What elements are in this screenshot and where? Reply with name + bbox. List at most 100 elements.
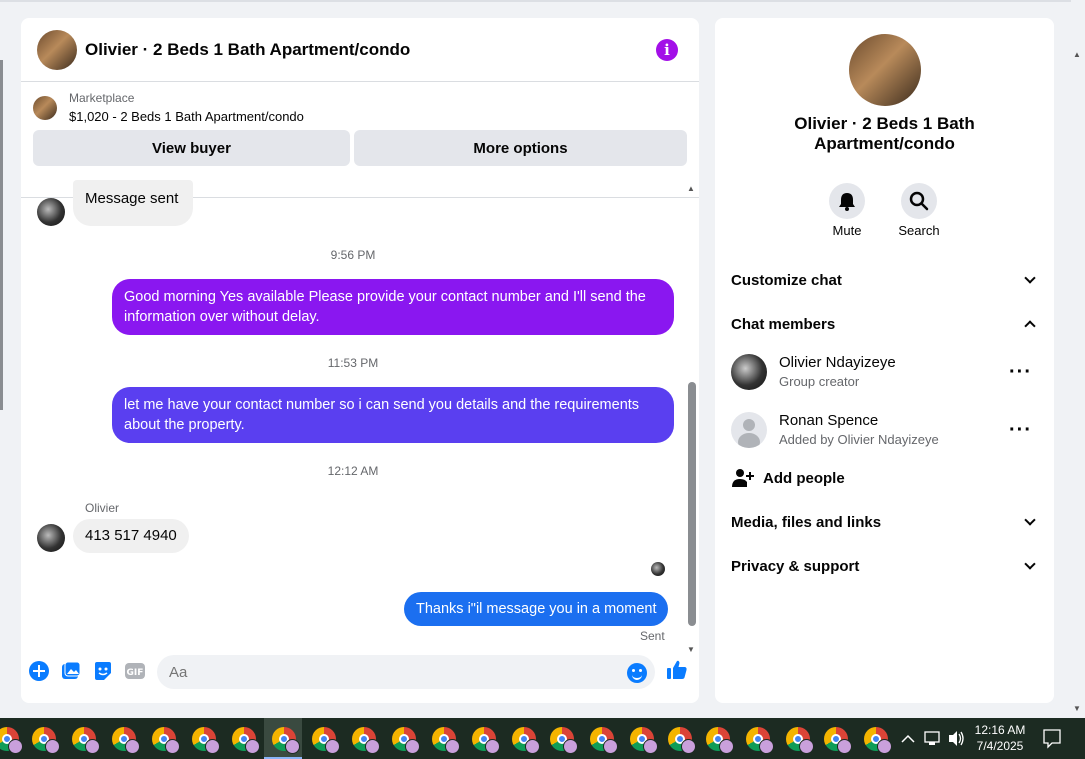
message-bubble-out[interactable]: Good morning Yes available Please provid… [112, 279, 674, 335]
message-bubble-out[interactable]: let me have your contact number so i can… [112, 387, 674, 443]
chevron-down-icon [1024, 272, 1036, 284]
chrome-profile-icon[interactable] [192, 727, 220, 754]
chrome-profile-icon[interactable] [0, 727, 23, 754]
messages-scrollbar[interactable]: ▲ ▼ [685, 180, 699, 654]
chrome-profile-icon[interactable] [786, 727, 814, 754]
chrome-profile-icon[interactable] [32, 727, 60, 754]
listing-thumbnail[interactable] [33, 96, 57, 120]
chrome-profile-icon[interactable] [72, 727, 100, 754]
chrome-profile-icon[interactable] [590, 727, 618, 754]
chat-avatar[interactable] [37, 29, 77, 70]
mute-label[interactable]: Mute [817, 223, 877, 238]
thumbs-up-icon[interactable] [666, 659, 688, 681]
tray-chevron-up-icon[interactable] [900, 718, 916, 759]
chrome-profile-icon[interactable] [864, 727, 892, 754]
listing-title[interactable]: $1,020 - 2 Beds 1 Bath Apartment/condo [69, 107, 304, 126]
add-person-icon [732, 469, 754, 487]
customize-chat-label: Customize chat [731, 271, 842, 289]
page-left-scrollbar[interactable] [0, 60, 3, 410]
view-buyer-button[interactable]: View buyer [33, 130, 350, 166]
chat-panel: Olivier · 2 Beds 1 Bath Apartment/condo … [21, 18, 699, 703]
chrome-profile-icon[interactable] [512, 727, 540, 754]
timestamp: 11:53 PM [327, 356, 379, 370]
add-people-row[interactable]: Add people [731, 456, 1038, 500]
message-bubble-in[interactable]: Message sent [73, 180, 193, 226]
chat-title[interactable]: Olivier · 2 Beds 1 Bath Apartment/condo [85, 40, 410, 60]
chrome-profile-icon[interactable] [312, 727, 340, 754]
chat-members-label: Chat members [731, 315, 836, 333]
marketplace-label: Marketplace [69, 91, 135, 105]
conversation-avatar[interactable] [849, 34, 921, 106]
chrome-profile-icon[interactable] [112, 727, 140, 754]
sticker-icon[interactable] [92, 660, 114, 682]
search-label[interactable]: Search [889, 223, 949, 238]
gif-icon[interactable]: GIF [124, 660, 146, 682]
message-bubble-in[interactable]: 413 517 4940 [73, 519, 189, 553]
chrome-profile-icon[interactable] [824, 727, 852, 754]
system-clock[interactable]: 12:16 AM 7/4/2025 [966, 722, 1034, 754]
chrome-profile-icon[interactable] [550, 727, 578, 754]
more-icon[interactable]: ··· [1009, 362, 1032, 382]
chat-members-section[interactable]: Chat members [731, 312, 1038, 336]
chrome-profile-icon[interactable] [668, 727, 696, 754]
timestamp: 12:12 AM [327, 464, 379, 478]
member-role: Added by Olivier Ndayizeye [779, 432, 939, 447]
composer: GIF [21, 650, 699, 703]
chat-header: Olivier · 2 Beds 1 Bath Apartment/condo … [21, 18, 699, 82]
member-row[interactable]: Olivier Ndayizeye Group creator ··· [731, 350, 1038, 394]
page-scroll-up-icon[interactable]: ▲ [1073, 50, 1081, 59]
message-status: Sent [640, 629, 665, 643]
sender-avatar[interactable] [37, 524, 65, 552]
media-files-section[interactable]: Media, files and links [731, 510, 1038, 534]
scroll-up-icon[interactable]: ▲ [687, 184, 695, 193]
member-name[interactable]: Ronan Spence [779, 411, 1009, 431]
more-options-button[interactable]: More options [354, 130, 687, 166]
chrome-profile-icon[interactable] [392, 727, 420, 754]
chrome-profile-icon[interactable] [706, 727, 734, 754]
chrome-profile-icon[interactable] [232, 727, 260, 754]
message-list: Message sent 9:56 PM Good morning Yes av… [21, 180, 685, 643]
notification-icon[interactable] [1042, 718, 1062, 759]
media-files-label: Media, files and links [731, 513, 882, 531]
clock-time: 12:16 AM [974, 723, 1026, 737]
search-button[interactable] [901, 183, 937, 219]
chrome-profile-icon[interactable] [272, 727, 300, 754]
info-icon[interactable]: i [656, 39, 678, 61]
privacy-support-label: Privacy & support [731, 557, 860, 575]
emoji-icon[interactable] [627, 663, 647, 683]
scroll-thumb[interactable] [688, 382, 696, 626]
clock-date: 7/4/2025 [976, 739, 1024, 753]
volume-icon[interactable] [946, 718, 966, 759]
chevron-down-icon [1024, 514, 1036, 526]
message-input[interactable] [157, 655, 655, 689]
more-icon[interactable]: ··· [1009, 420, 1032, 440]
bell-icon [839, 193, 855, 211]
chevron-up-icon [1024, 320, 1036, 332]
chrome-profile-icon[interactable] [630, 727, 658, 754]
photo-icon[interactable] [60, 660, 82, 682]
member-avatar[interactable] [731, 412, 767, 448]
member-name[interactable]: Olivier Ndayizeye [779, 353, 1009, 373]
chrome-profile-icon[interactable] [432, 727, 460, 754]
page-scroll-down-icon[interactable]: ▼ [1073, 704, 1081, 713]
page-scrollbar[interactable]: ▲ ▼ [1071, 0, 1085, 718]
chrome-profile-icon[interactable] [352, 727, 380, 754]
plus-icon[interactable] [28, 660, 50, 682]
search-icon [909, 191, 929, 211]
member-avatar[interactable] [731, 354, 767, 390]
chat-info-panel: Olivier · 2 Beds 1 Bath Apartment/condo … [715, 18, 1054, 703]
message-bubble-out[interactable]: Thanks i"il message you in a moment [404, 592, 669, 626]
chrome-profile-icon[interactable] [746, 727, 774, 754]
svg-text:GIF: GIF [127, 668, 144, 678]
sender-avatar[interactable] [37, 198, 65, 226]
chrome-profile-icon[interactable] [152, 727, 180, 754]
mute-button[interactable] [829, 183, 865, 219]
chrome-profile-icon[interactable] [472, 727, 500, 754]
privacy-support-section[interactable]: Privacy & support [731, 554, 1038, 578]
member-role: Group creator [779, 374, 860, 389]
window-top-edge [0, 0, 1085, 2]
customize-chat-section[interactable]: Customize chat [731, 268, 1038, 292]
member-row[interactable]: Ronan Spence Added by Olivier Ndayizeye … [731, 408, 1038, 452]
network-icon[interactable] [922, 718, 942, 759]
timestamp: 9:56 PM [330, 248, 376, 262]
